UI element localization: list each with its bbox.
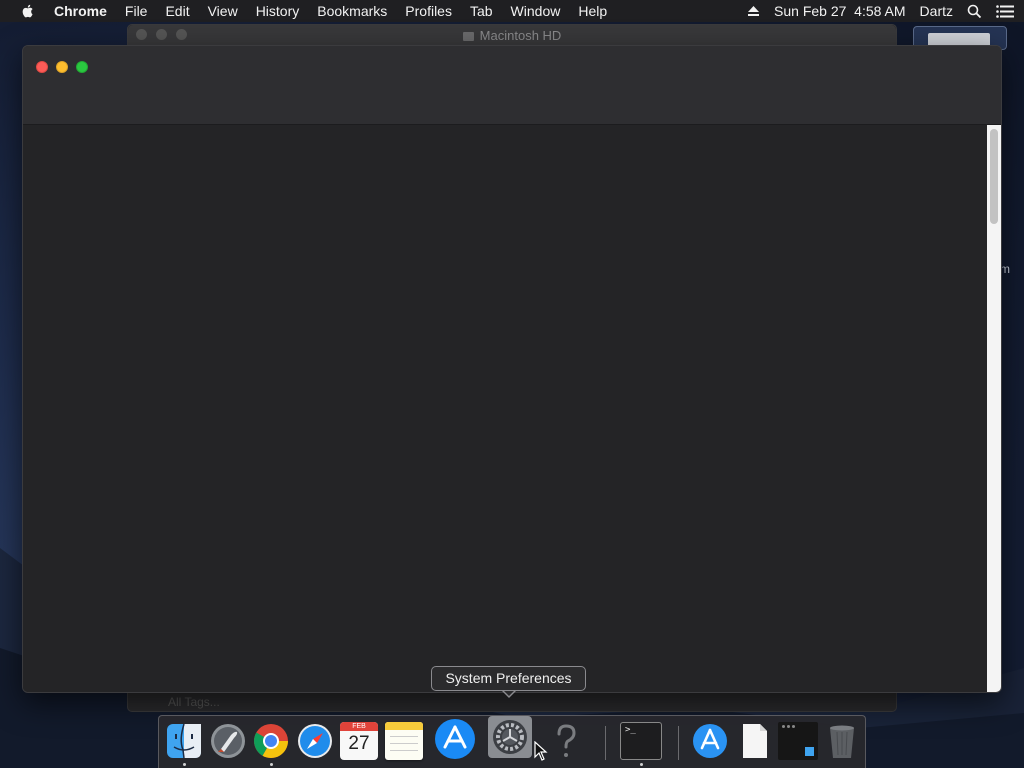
notes-icon[interactable] bbox=[385, 722, 423, 760]
menu-bar-extras: Sun Feb 27 4:58 AM Dartz bbox=[733, 0, 1014, 22]
eject-icon[interactable] bbox=[747, 5, 760, 17]
finder-running-indicator bbox=[183, 763, 186, 766]
applications-folder-icon[interactable] bbox=[691, 722, 729, 760]
launchpad-icon[interactable] bbox=[209, 722, 247, 760]
scrollbar-thumb[interactable] bbox=[990, 129, 998, 224]
notification-center-icon[interactable] bbox=[996, 4, 1014, 18]
spotlight-search-icon[interactable] bbox=[967, 4, 982, 19]
dock-tooltip: System Preferences bbox=[431, 666, 586, 691]
finder-icon[interactable] bbox=[165, 722, 203, 760]
finder-title-text: Macintosh HD bbox=[479, 28, 562, 43]
chrome-running-indicator bbox=[270, 763, 273, 766]
finder-badge-icon bbox=[805, 747, 814, 756]
finder-titlebar[interactable]: Macintosh HD bbox=[128, 25, 896, 45]
terminal-prompt: >_ bbox=[625, 725, 636, 735]
chrome-icon[interactable] bbox=[252, 722, 290, 760]
terminal-icon[interactable]: >_ bbox=[620, 722, 662, 760]
notes-header bbox=[385, 722, 423, 730]
menu-file[interactable]: File bbox=[125, 3, 148, 19]
menu-app-name[interactable]: Chrome bbox=[54, 3, 107, 19]
trash-icon[interactable] bbox=[823, 722, 861, 760]
terminal-running-indicator bbox=[640, 763, 643, 766]
dock: FEB 27 >_ bbox=[158, 715, 866, 768]
question-mark-icon[interactable] bbox=[547, 722, 585, 760]
dock-separator bbox=[605, 726, 606, 760]
finder-window-title: Macintosh HD bbox=[128, 28, 896, 43]
hard-drive-small-icon bbox=[462, 32, 474, 41]
finder-sidebar-tags[interactable]: All Tags... bbox=[128, 691, 264, 711]
screenshot-icon[interactable] bbox=[778, 722, 818, 760]
menu-help[interactable]: Help bbox=[578, 3, 607, 19]
safari-icon[interactable] bbox=[296, 722, 334, 760]
calendar-day: 27 bbox=[348, 733, 370, 754]
menu-profiles[interactable]: Profiles bbox=[405, 3, 452, 19]
menu-view[interactable]: View bbox=[208, 3, 238, 19]
menu-user[interactable]: Dartz bbox=[920, 3, 953, 19]
document-icon[interactable] bbox=[735, 722, 773, 760]
chrome-window[interactable] bbox=[22, 45, 1002, 693]
mouse-cursor-icon bbox=[534, 741, 548, 761]
maximize-button[interactable] bbox=[76, 61, 88, 73]
apple-icon[interactable] bbox=[20, 3, 36, 19]
dock-separator-2 bbox=[678, 726, 679, 760]
minimize-button[interactable] bbox=[56, 61, 68, 73]
calendar-icon[interactable]: FEB 27 bbox=[340, 722, 378, 760]
menu-bar: Chrome File Edit View History Bookmarks … bbox=[0, 0, 1024, 22]
chrome-content-area[interactable] bbox=[23, 125, 987, 692]
menu-edit[interactable]: Edit bbox=[165, 3, 189, 19]
chrome-titlebar[interactable] bbox=[23, 46, 1001, 125]
window-controls bbox=[36, 61, 96, 73]
menu-window[interactable]: Window bbox=[511, 3, 561, 19]
menu-bookmarks[interactable]: Bookmarks bbox=[317, 3, 387, 19]
menu-clock[interactable]: Sun Feb 27 4:58 AM bbox=[774, 3, 906, 19]
close-button[interactable] bbox=[36, 61, 48, 73]
menu-history[interactable]: History bbox=[256, 3, 300, 19]
system-preferences-icon[interactable] bbox=[487, 715, 533, 759]
app-store-icon[interactable] bbox=[434, 718, 476, 760]
calendar-month: FEB bbox=[340, 722, 378, 731]
menu-tab[interactable]: Tab bbox=[470, 3, 493, 19]
